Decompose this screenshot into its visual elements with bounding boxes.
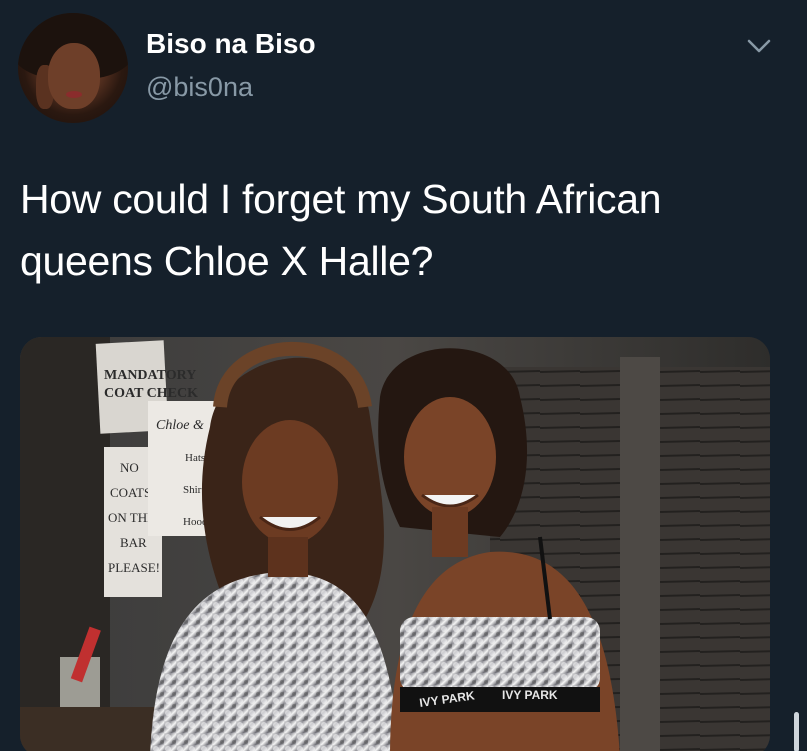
- band-right-text: IVY PARK: [502, 688, 558, 702]
- tweet-photo[interactable]: MANDATORY COAT CHECK NO COATS ON THE BAR…: [20, 337, 770, 751]
- sign-list-title: Chloe &: [156, 418, 204, 433]
- sign-no-coats-line2: COATS: [110, 485, 151, 500]
- sign-mandatory-line2: COAT CHECK: [104, 386, 198, 401]
- avatar-face: [48, 43, 100, 109]
- user-avatar[interactable]: [18, 13, 128, 123]
- sign-no-coats-line5: PLEASE!: [108, 560, 160, 575]
- sign-no-coats-line4: BAR: [120, 535, 147, 550]
- sign-no-coats-line1: NO: [120, 460, 139, 475]
- sign-mandatory-line1: MANDATORY: [104, 368, 196, 383]
- display-name[interactable]: Biso na Biso: [146, 28, 316, 60]
- user-handle[interactable]: @bis0na: [146, 72, 253, 103]
- chevron-down-icon[interactable]: [744, 34, 774, 58]
- scrollbar-thumb[interactable]: [794, 712, 799, 751]
- avatar-lips: [66, 91, 82, 98]
- tweet-card: Biso na Biso @bis0na How could I forget …: [0, 0, 807, 751]
- tweet-text: How could I forget my South African quee…: [20, 176, 662, 284]
